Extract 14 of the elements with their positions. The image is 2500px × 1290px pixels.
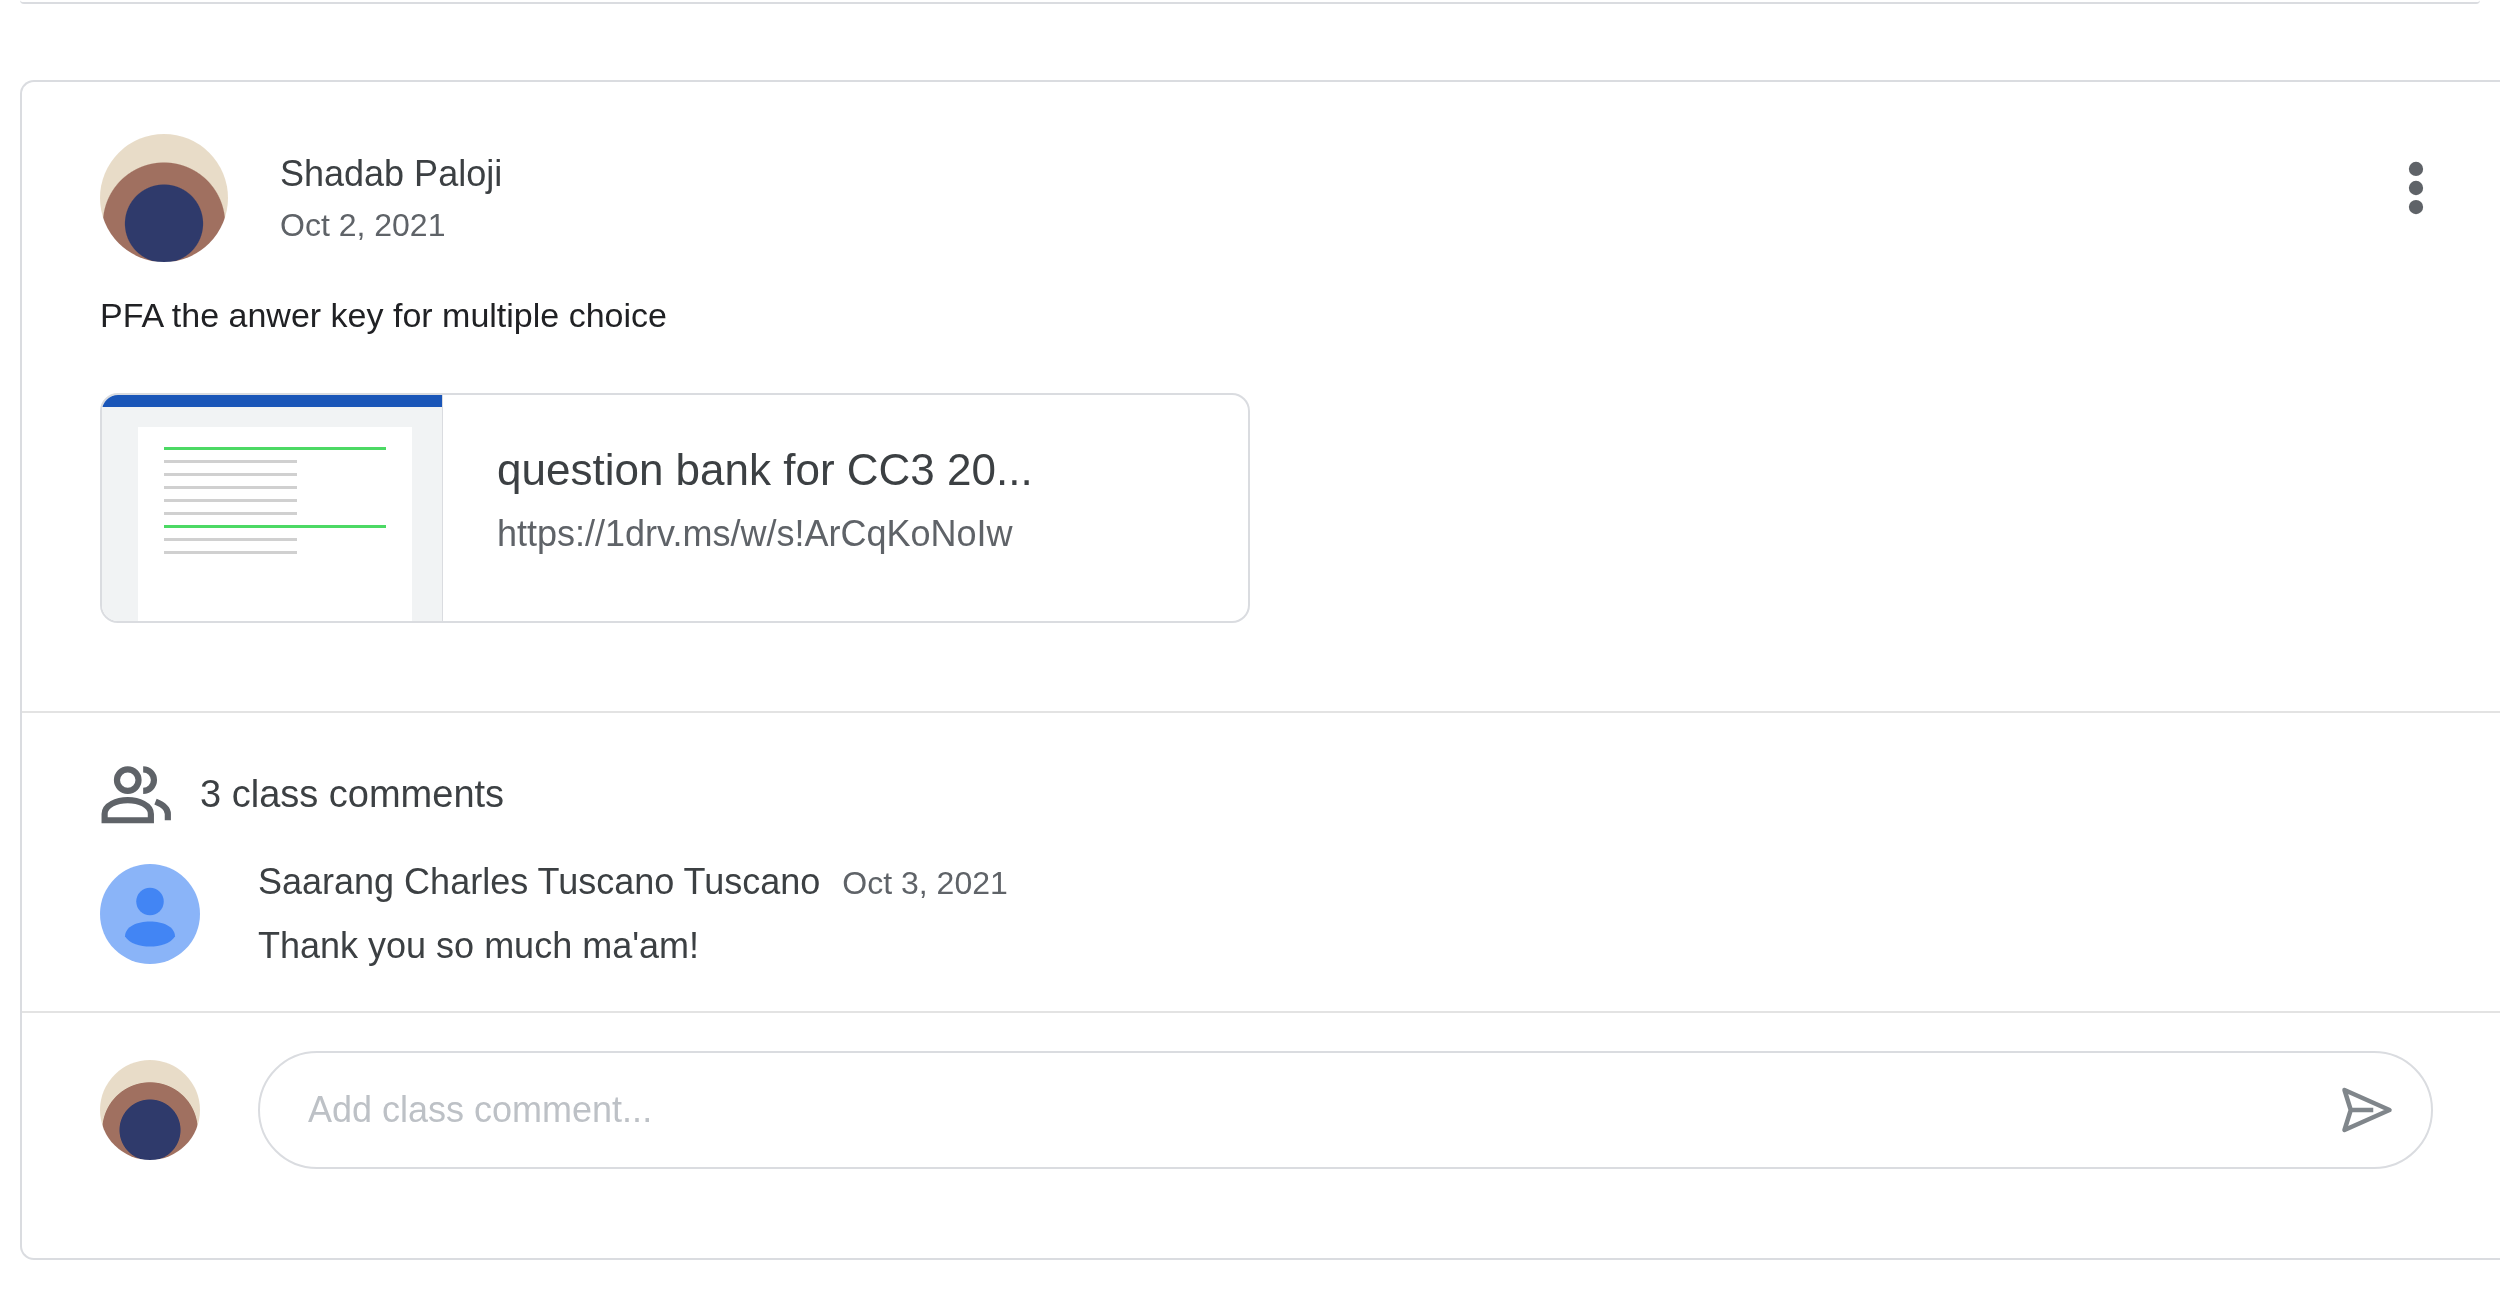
people-icon [100,763,174,825]
attachment-title: question bank for CC3 20... [497,445,1033,495]
author-name: Shadab Paloji [280,152,503,195]
comment-date: Oct 3, 2021 [842,865,1008,902]
post-text: PFA the anwer key for multiple choice [99,295,668,335]
commenter-name: Saarang Charles Tuscano Tuscano [258,861,821,903]
attachment-card[interactable]: question bank for CC3 20... https://1drv.ms/w/s!ArCqKoNoIw [100,393,1250,623]
default-avatar-icon [100,864,200,964]
comment-input-field[interactable]: Add class comment... [258,1051,2433,1169]
attachment-url: https://1drv.ms/w/s!ArCqKoNoIw [497,513,1014,555]
more-options-icon[interactable] [2408,161,2424,215]
comment-text: Thank you so much ma'am! [258,925,701,967]
post-date: Oct 2, 2021 [280,206,447,244]
class-comments-count[interactable]: 3 class comments [200,772,505,816]
